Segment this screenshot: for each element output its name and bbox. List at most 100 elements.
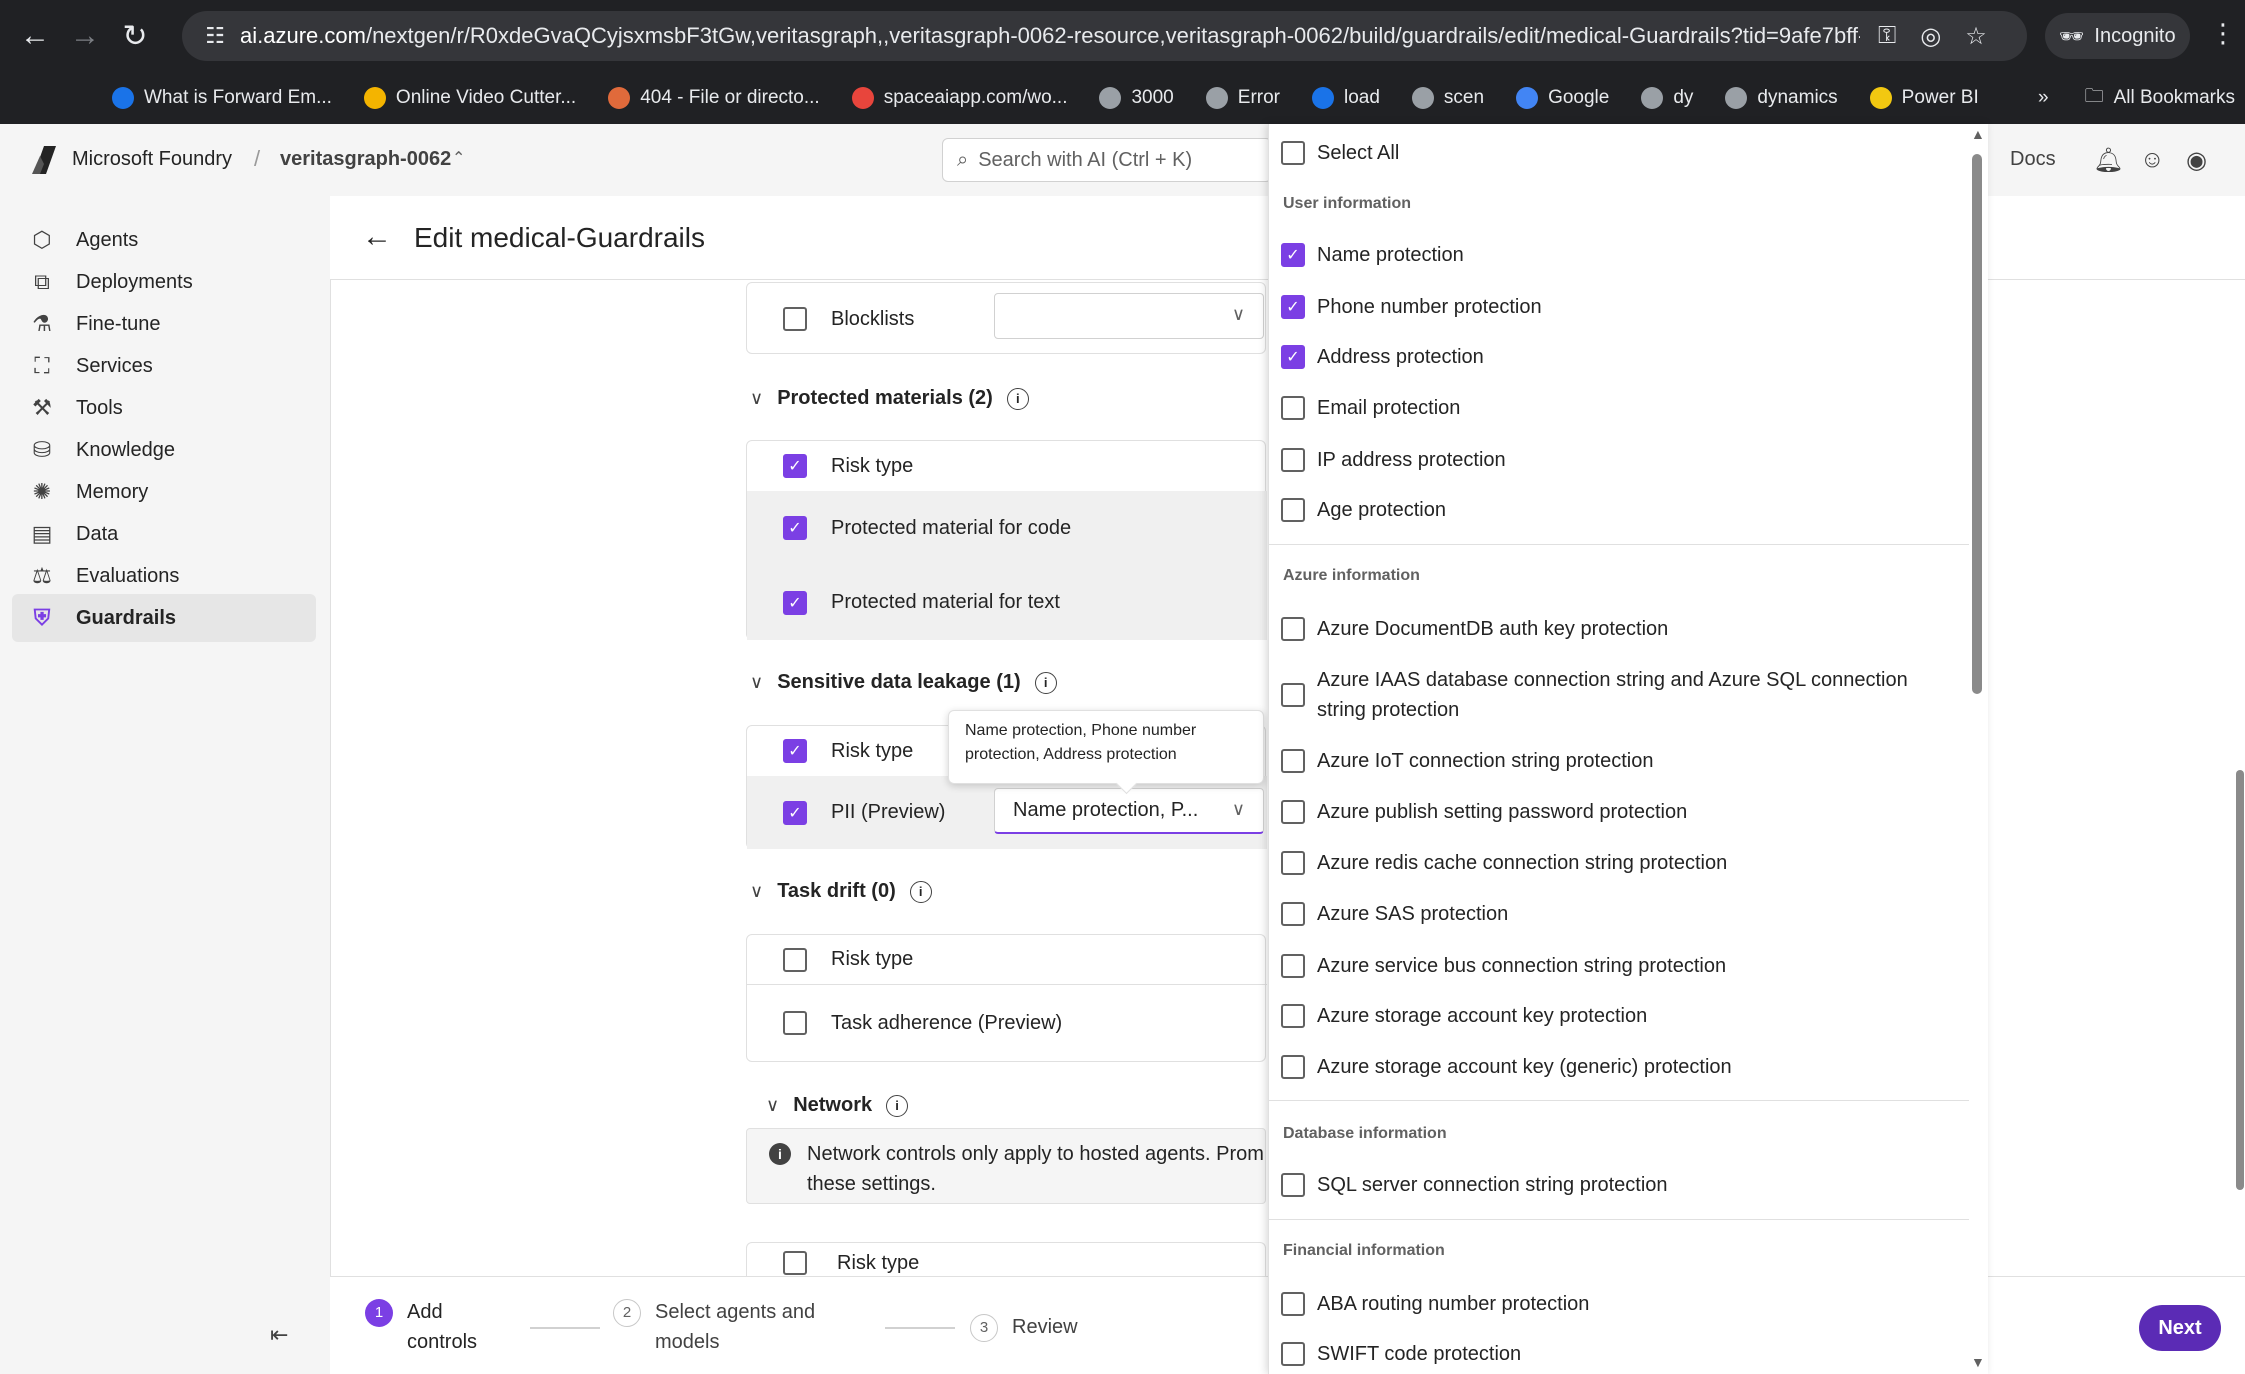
step-review[interactable]: 3 Review: [970, 1312, 1078, 1342]
bookmark-item[interactable]: load: [1300, 87, 1392, 109]
scroll-down-icon[interactable]: ▼: [1971, 1354, 1985, 1370]
sensitive-data-header[interactable]: ∨ Sensitive data leakage (1) i: [750, 671, 1057, 694]
bookmark-item[interactable]: What is Forward Em...: [100, 87, 344, 109]
sidebar-item-guardrails[interactable]: ⛨ Guardrails: [12, 594, 316, 642]
sidebar-item-services[interactable]: ⛶ Services: [12, 342, 316, 390]
risk-type-checkbox[interactable]: [783, 1251, 807, 1275]
bookmark-item[interactable]: 3000: [1087, 87, 1185, 109]
pii-option-checkbox[interactable]: [1281, 1341, 1305, 1366]
avatar[interactable]: ◉: [2186, 146, 2207, 175]
pii-option-checkbox[interactable]: [1281, 1291, 1305, 1316]
address-bar[interactable]: ☷ ai.azure.com/nextgen/r/R0xdeGvaQCyjsxm…: [182, 11, 2027, 61]
pii-option[interactable]: IP address protection: [1281, 440, 1506, 480]
more-bookmarks-icon[interactable]: »: [2038, 87, 2049, 109]
docs-link[interactable]: Docs: [2010, 148, 2056, 171]
blocklists-dropdown[interactable]: ∨: [994, 293, 1264, 339]
pii-option[interactable]: Azure IoT connection string protection: [1281, 741, 1653, 781]
all-bookmarks[interactable]: 🗀 All Bookmarks: [2085, 82, 2235, 114]
pii-option-checkbox[interactable]: [1281, 953, 1305, 978]
back-arrow-icon[interactable]: ←: [362, 220, 392, 254]
bookmark-item[interactable]: scen: [1400, 87, 1496, 109]
select-all-option[interactable]: Select All: [1281, 133, 1399, 173]
search-input[interactable]: ⌕ Search with AI (Ctrl + K): [942, 138, 1272, 182]
sidebar-item-evaluations[interactable]: ⚖ Evaluations: [12, 552, 316, 600]
pii-option-checkbox[interactable]: [1281, 1172, 1305, 1197]
protected-code-checkbox[interactable]: ✓: [783, 516, 807, 540]
pii-option[interactable]: Azure publish setting password protectio…: [1281, 792, 1687, 832]
risk-type-checkbox[interactable]: [783, 947, 807, 972]
star-icon[interactable]: ☆: [1965, 22, 1987, 51]
brand-name[interactable]: Microsoft Foundry: [72, 148, 232, 171]
pii-option[interactable]: ✓ Phone number protection: [1281, 287, 1542, 327]
pii-option-checkbox[interactable]: [1281, 682, 1305, 707]
pii-option-checkbox[interactable]: [1281, 1055, 1305, 1080]
pii-option[interactable]: SQL server connection string protection: [1281, 1165, 1668, 1205]
sidebar-item-knowledge[interactable]: ⛁ Knowledge: [12, 426, 316, 474]
flyout-scrollbar-thumb[interactable]: [1972, 154, 1982, 694]
pii-option[interactable]: ABA routing number protection: [1281, 1284, 1589, 1324]
bell-icon[interactable]: 🔔︎: [2093, 146, 2123, 175]
info-icon[interactable]: i: [1034, 671, 1057, 694]
pii-option[interactable]: Email protection: [1281, 388, 1460, 428]
pii-option-checkbox[interactable]: [1281, 850, 1305, 875]
pii-option[interactable]: Azure storage account key (generic) prot…: [1281, 1047, 1732, 1087]
bookmark-item[interactable]: 404 - File or directo...: [596, 87, 832, 109]
pii-option-checkbox[interactable]: [1281, 902, 1305, 927]
pii-option[interactable]: ✓ Address protection: [1281, 337, 1484, 377]
pii-option-checkbox[interactable]: [1281, 616, 1305, 641]
sidebar-item-memory[interactable]: ✺ Memory: [12, 468, 316, 516]
pii-option-checkbox[interactable]: ✓: [1281, 344, 1305, 369]
pii-checkbox[interactable]: ✓: [783, 800, 807, 825]
password-key-icon[interactable]: ⚿: [1878, 22, 1896, 51]
pii-option[interactable]: Azure storage account key protection: [1281, 996, 1647, 1036]
forward-nav-icon[interactable]: →: [60, 11, 110, 61]
info-icon[interactable]: i: [886, 1094, 909, 1117]
main-scrollbar[interactable]: [2236, 770, 2244, 1190]
pii-option-checkbox[interactable]: ✓: [1281, 243, 1305, 268]
pii-option[interactable]: Azure SAS protection: [1281, 894, 1508, 934]
bookmark-item[interactable]: Google: [1504, 87, 1621, 109]
pii-option[interactable]: ✓ Name protection: [1281, 235, 1464, 275]
task-adherence-checkbox[interactable]: [783, 1011, 807, 1035]
next-button[interactable]: Next: [2139, 1305, 2221, 1351]
sidebar-item-deployments[interactable]: ⧉ Deployments: [12, 258, 316, 306]
pii-option-checkbox[interactable]: [1281, 1003, 1305, 1028]
blocklists-checkbox[interactable]: [783, 307, 807, 331]
bookmark-item[interactable]: Online Video Cutter...: [352, 87, 588, 109]
pii-option-checkbox[interactable]: [1281, 498, 1305, 523]
step-add-controls[interactable]: 1 Add controls: [365, 1297, 477, 1357]
pii-option-checkbox[interactable]: [1281, 396, 1305, 421]
pii-option[interactable]: Azure IAAS database connection string an…: [1281, 663, 1908, 727]
incognito-badge[interactable]: 🕶 Incognito: [2045, 13, 2190, 59]
bookmark-item[interactable]: spaceaiapp.com/wo...: [840, 87, 1080, 109]
browser-menu-icon[interactable]: ⋮: [2210, 18, 2236, 49]
pii-option[interactable]: Azure redis cache connection string prot…: [1281, 843, 1727, 883]
pii-option-checkbox[interactable]: [1281, 800, 1305, 825]
pii-dropdown[interactable]: Name protection, P... ∨: [994, 788, 1264, 834]
smiley-icon[interactable]: ☺: [2140, 146, 2165, 174]
eye-off-icon[interactable]: ◎: [1920, 22, 1941, 51]
bookmark-item[interactable]: dy: [1629, 87, 1705, 109]
pii-option-checkbox[interactable]: [1281, 748, 1305, 773]
sidebar-item-agents[interactable]: ⬡ Agents: [12, 216, 316, 264]
task-drift-header[interactable]: ∨ Task drift (0) i: [750, 880, 932, 903]
select-all-checkbox[interactable]: [1281, 141, 1305, 166]
protected-text-checkbox[interactable]: ✓: [783, 590, 807, 615]
back-nav-icon[interactable]: ←: [10, 11, 60, 61]
sidebar-item-tools[interactable]: ⚒ Tools: [12, 384, 316, 432]
protected-materials-header[interactable]: ∨ Protected materials (2) i: [750, 387, 1029, 410]
pii-option[interactable]: SWIFT code protection: [1281, 1334, 1521, 1374]
pii-option-checkbox[interactable]: [1281, 447, 1305, 472]
info-icon[interactable]: i: [909, 880, 932, 903]
info-icon[interactable]: i: [1006, 387, 1029, 410]
step-select-agents[interactable]: 2 Select agents and models: [613, 1297, 815, 1357]
chevron-updown-icon[interactable]: ⌃: [452, 148, 465, 168]
pii-option-checkbox[interactable]: ✓: [1281, 294, 1305, 319]
risk-type-checkbox[interactable]: ✓: [783, 454, 807, 478]
bookmark-item[interactable]: Power BI: [1858, 87, 1991, 109]
url-text[interactable]: ai.azure.com/nextgen/r/R0xdeGvaQCyjsxmsb…: [240, 23, 1860, 49]
project-selector[interactable]: veritasgraph-0062: [280, 148, 451, 171]
scroll-up-icon[interactable]: ▲: [1971, 126, 1985, 142]
risk-type-checkbox[interactable]: ✓: [783, 739, 807, 763]
bookmark-item[interactable]: Error: [1194, 87, 1292, 109]
